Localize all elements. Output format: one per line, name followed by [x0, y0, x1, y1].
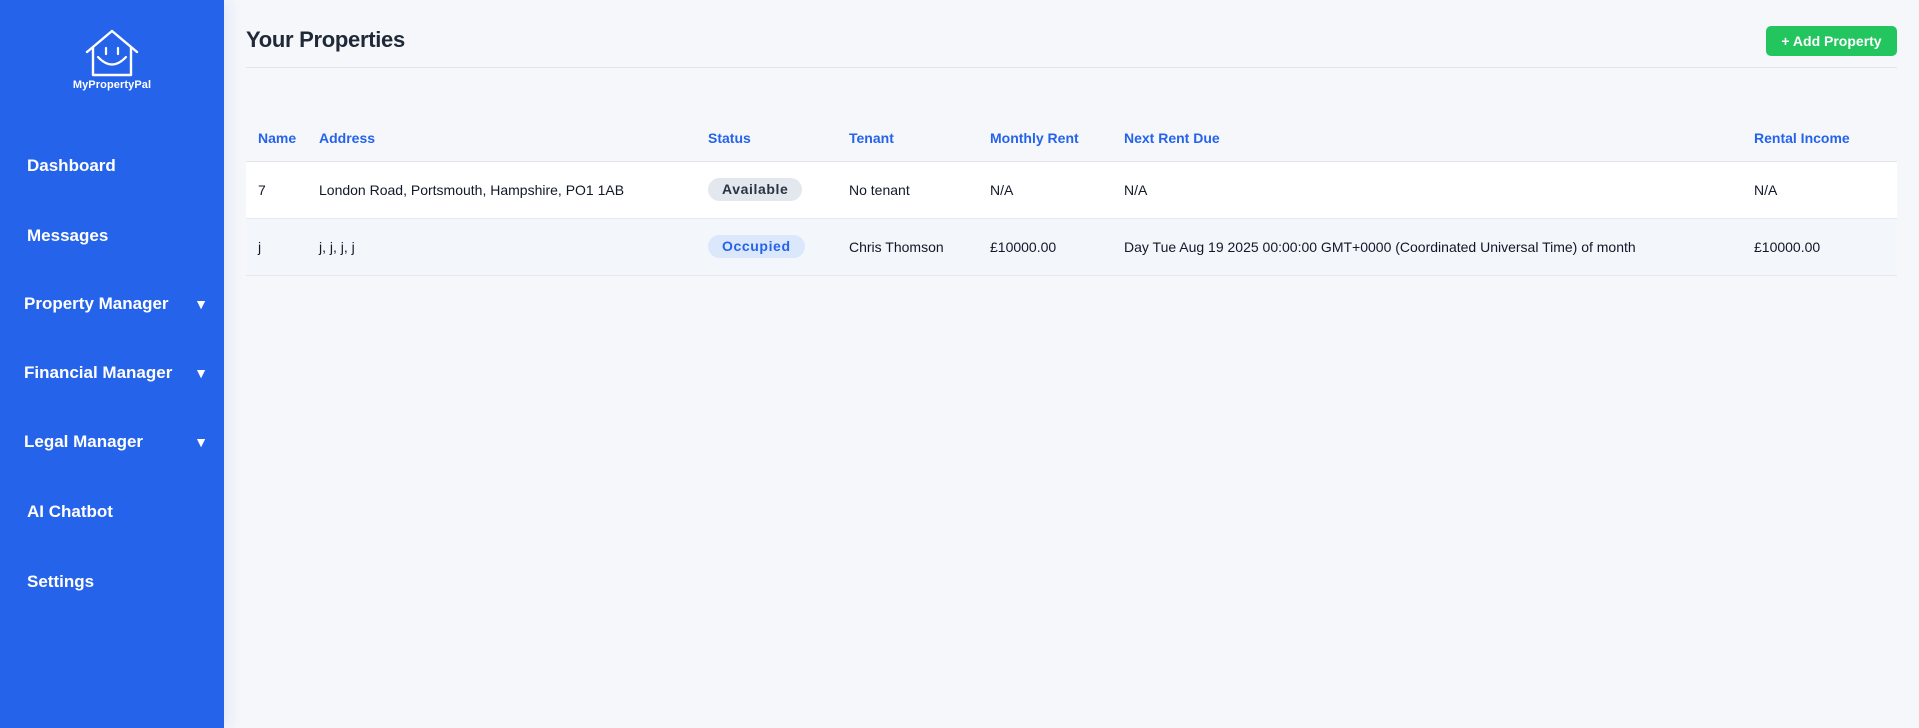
brand-logo[interactable]: MyPropertyPal — [0, 28, 224, 91]
cell-monthly-rent: N/A — [990, 161, 1124, 219]
header-next-rent-due[interactable]: Next Rent Due — [1124, 116, 1754, 162]
header-monthly-rent[interactable]: Monthly Rent — [990, 116, 1124, 162]
caret-down-icon: ▼ — [194, 365, 208, 381]
header-address[interactable]: Address — [319, 116, 708, 162]
cell-rental-income: £10000.00 — [1754, 218, 1897, 276]
sidebar: MyPropertyPal Dashboard Messages Propert… — [0, 0, 224, 728]
cell-address: London Road, Portsmouth, Hampshire, PO1 … — [319, 161, 708, 219]
table-row[interactable]: j j, j, j, j Occupied Chris Thomson £100… — [246, 218, 1897, 276]
cell-address: j, j, j, j — [319, 218, 708, 276]
cell-tenant: No tenant — [849, 161, 990, 219]
cell-monthly-rent: £10000.00 — [990, 218, 1124, 276]
cell-name: 7 — [246, 161, 319, 219]
header-name[interactable]: Name — [246, 116, 319, 162]
app-root: MyPropertyPal Dashboard Messages Propert… — [0, 0, 1919, 728]
cell-name: j — [246, 218, 319, 276]
nav-property-manager[interactable]: Property Manager ▼ — [0, 284, 224, 324]
status-badge: Occupied — [708, 235, 805, 258]
cell-next-rent-due: Day Tue Aug 19 2025 00:00:00 GMT+0000 (C… — [1124, 218, 1754, 276]
table-row[interactable]: 7 London Road, Portsmouth, Hampshire, PO… — [246, 161, 1897, 219]
cell-tenant: Chris Thomson — [849, 218, 990, 276]
cell-next-rent-due: N/A — [1124, 161, 1754, 219]
brand-name: MyPropertyPal — [72, 79, 152, 91]
header-tenant[interactable]: Tenant — [849, 116, 990, 162]
nav-dashboard[interactable]: Dashboard — [0, 146, 224, 186]
nav-dashboard-label: Dashboard — [27, 156, 116, 175]
add-property-button[interactable]: + Add Property — [1766, 26, 1897, 56]
nav-property-manager-label: Property Manager — [24, 294, 169, 313]
nav-settings-label: Settings — [27, 572, 95, 591]
table-header-row: Name Address Status Tenant Monthly Rent … — [246, 116, 1897, 162]
house-smiley-icon — [85, 29, 139, 77]
header-status[interactable]: Status — [708, 116, 849, 162]
cell-rental-income: N/A — [1754, 161, 1897, 219]
main-content: Your Properties + Add Property Name Addr… — [224, 0, 1919, 728]
page-title: Your Properties — [246, 27, 405, 52]
properties-table: Name Address Status Tenant Monthly Rent … — [246, 116, 1897, 276]
title-divider — [246, 67, 1897, 68]
nav-messages[interactable]: Messages — [0, 216, 224, 256]
nav-financial-manager[interactable]: Financial Manager ▼ — [0, 353, 224, 393]
status-badge: Available — [708, 178, 803, 201]
nav-ai-chatbot[interactable]: AI Chatbot — [0, 492, 224, 532]
nav-ai-chatbot-label: AI Chatbot — [27, 502, 113, 521]
cell-status: Available — [708, 161, 849, 219]
cell-status: Occupied — [708, 218, 849, 276]
nav-legal-manager[interactable]: Legal Manager ▼ — [0, 422, 224, 462]
caret-down-icon: ▼ — [194, 296, 208, 312]
nav-messages-label: Messages — [27, 226, 109, 245]
caret-down-icon: ▼ — [194, 434, 208, 450]
header-rental-income[interactable]: Rental Income — [1754, 116, 1897, 162]
nav-financial-manager-label: Financial Manager — [24, 363, 173, 382]
nav-legal-manager-label: Legal Manager — [24, 432, 144, 451]
nav-settings[interactable]: Settings — [0, 562, 224, 602]
